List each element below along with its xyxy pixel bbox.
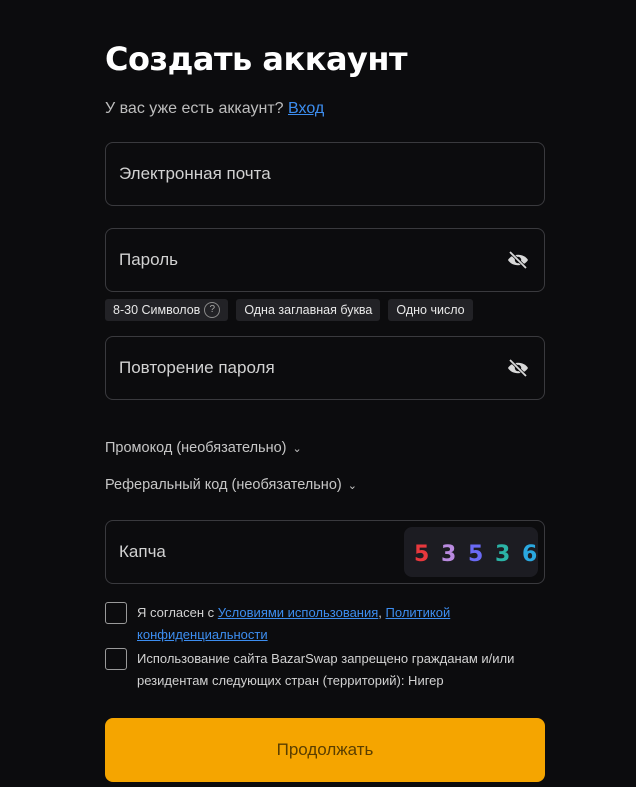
terms-link[interactable]: Условиями использования: [218, 605, 379, 620]
captcha-digit: 6: [522, 542, 537, 567]
promo-code-toggle[interactable]: Промокод (необязательно) ⌄: [105, 440, 302, 456]
restriction-text: Использование сайта BazarSwap запрещено …: [137, 651, 515, 688]
captcha-digit: 5: [468, 542, 483, 567]
captcha-digits: 53536: [414, 542, 537, 567]
requirement-chip-length: 8-30 Символов ?: [105, 299, 229, 321]
question-icon[interactable]: ?: [204, 302, 221, 318]
password-requirements: 8-30 Символов ? Одна заглавная буква Одн…: [105, 299, 473, 321]
requirement-uppercase-label: Одна заглавная буква: [244, 303, 373, 317]
chevron-down-icon: ⌄: [292, 443, 302, 455]
repeat-password-field[interactable]: Повторение пароля: [105, 336, 545, 400]
captcha-digit: 5: [414, 542, 429, 567]
email-placeholder: Электронная почта: [119, 164, 271, 183]
captcha-field[interactable]: Капча 53536: [105, 520, 545, 584]
login-link[interactable]: Вход: [288, 100, 324, 117]
have-account-line: У вас уже есть аккаунт? Вход: [105, 100, 324, 118]
requirement-chip-number: Одно число: [388, 299, 473, 321]
promo-code-label: Промокод (необязательно): [105, 440, 287, 456]
chevron-down-icon: ⌄: [347, 480, 357, 492]
page-title: Создать аккаунт: [105, 40, 408, 78]
email-field[interactable]: Электронная почта: [105, 142, 545, 206]
captcha-image[interactable]: 53536: [404, 527, 538, 577]
password-placeholder: Пароль: [119, 250, 178, 269]
repeat-password-placeholder: Повторение пароля: [119, 358, 275, 377]
eye-off-icon[interactable]: [506, 250, 530, 270]
have-account-text: У вас уже есть аккаунт?: [105, 100, 284, 117]
restriction-checkbox[interactable]: [105, 648, 127, 670]
referral-code-toggle[interactable]: Реферальный код (необязательно) ⌄: [105, 477, 357, 493]
terms-prefix: Я согласен с: [137, 605, 215, 620]
eye-off-icon[interactable]: [506, 358, 530, 378]
terms-checkbox[interactable]: [105, 602, 127, 624]
captcha-digit: 3: [441, 542, 456, 567]
captcha-digit: 3: [495, 542, 510, 567]
referral-code-label: Реферальный код (необязательно): [105, 477, 342, 493]
requirement-length-label: 8-30 Символов: [113, 303, 201, 317]
captcha-placeholder: Капча: [119, 542, 166, 561]
requirement-chip-uppercase: Одна заглавная буква: [236, 299, 381, 321]
continue-button[interactable]: Продолжать: [105, 718, 545, 782]
requirement-number-label: Одно число: [396, 303, 465, 317]
terms-separator: ,: [378, 605, 382, 620]
terms-text: Я согласен с Условиями использования, По…: [137, 602, 545, 646]
password-field[interactable]: Пароль: [105, 228, 545, 292]
